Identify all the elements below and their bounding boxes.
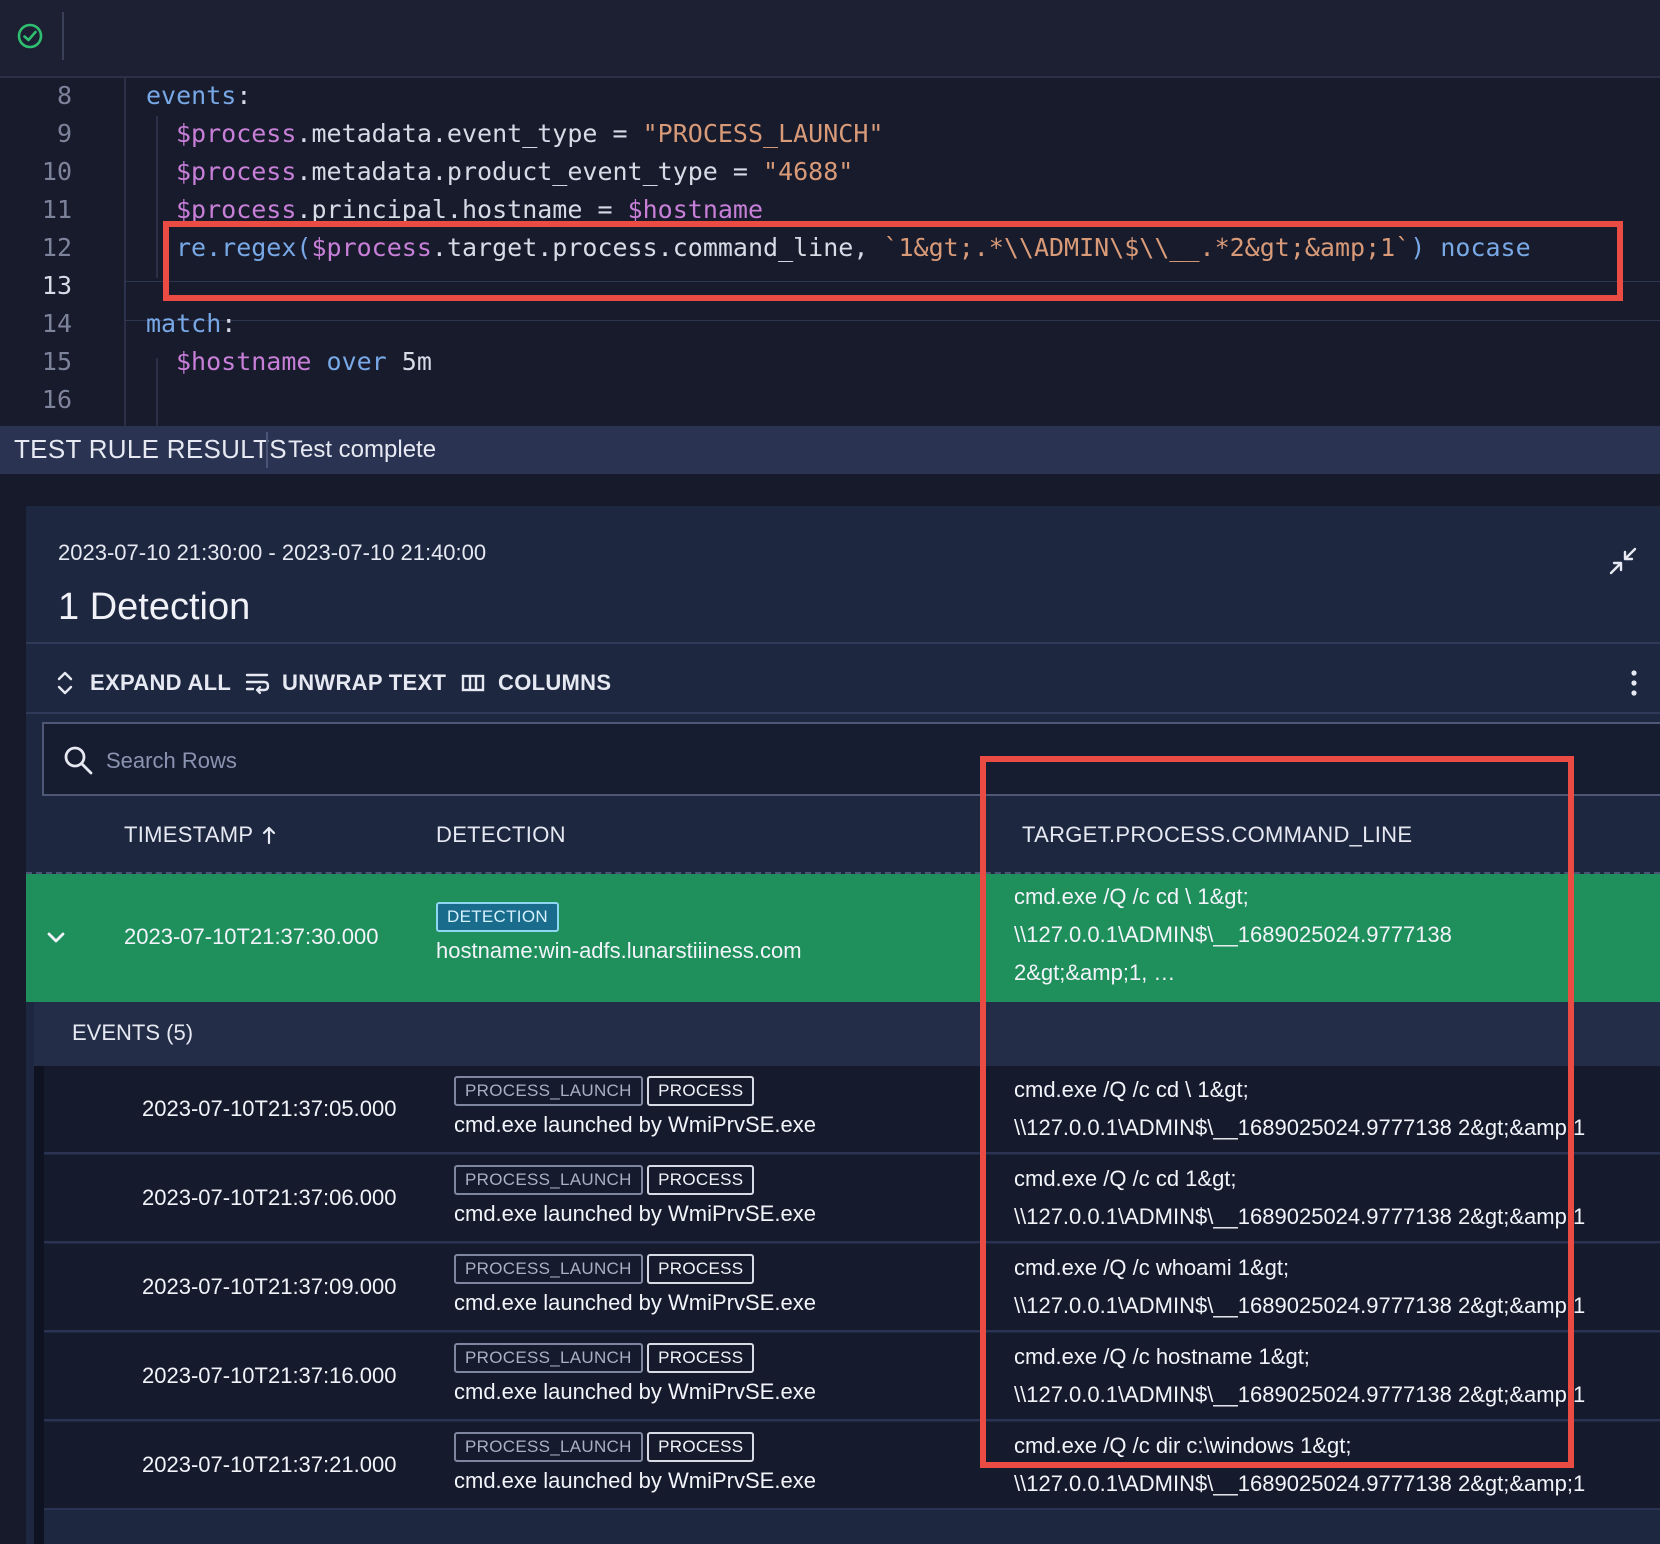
event-type-badge: PROCESS_LAUNCH: [454, 1076, 643, 1106]
event-description: cmd.exe launched by WmiPrvSE.exe: [454, 1468, 816, 1493]
code-token: .metadata.product_event_type =: [296, 157, 764, 186]
wrap-text-icon: [245, 673, 270, 695]
code-token: 5m: [401, 347, 432, 376]
column-header-detection[interactable]: DETECTION: [436, 822, 566, 848]
event-detection-cell: PROCESS_LAUNCH PROCESS cmd.exe launched b…: [454, 1343, 816, 1405]
code-token: events: [146, 81, 237, 110]
code-line[interactable]: 15 $hostname over 5m: [0, 342, 1660, 382]
detection-timestamp: 2023-07-10T21:37:30.000: [124, 924, 379, 949]
results-status: Test complete: [288, 436, 437, 463]
line-number: 13: [41, 271, 72, 300]
code-text: $hostname over 5m: [176, 342, 432, 382]
unwrap-text-label: UNWRAP TEXT: [282, 670, 447, 695]
code-line[interactable]: 8 events:: [0, 78, 1660, 116]
code-text: match:: [146, 304, 236, 344]
entity-type-badge: PROCESS: [647, 1254, 755, 1284]
divider: [26, 642, 1660, 644]
entity-type-badge: PROCESS: [647, 1076, 755, 1106]
detection-badge: DETECTION: [436, 902, 559, 932]
event-detection-cell: PROCESS_LAUNCH PROCESS cmd.exe launched b…: [454, 1165, 816, 1227]
event-type-badge: PROCESS_LAUNCH: [454, 1254, 643, 1284]
unfold-icon: [57, 671, 73, 695]
line-number: 8: [56, 81, 72, 110]
code-token: $hostname: [176, 347, 312, 376]
line-number: 14: [41, 309, 72, 338]
code-token: over: [311, 347, 402, 376]
line-number: 9: [56, 119, 72, 148]
event-timestamp: 2023-07-10T21:37:21.000: [142, 1452, 397, 1477]
code-token: :: [236, 81, 252, 110]
line-number: 12: [41, 233, 72, 262]
search-icon: [64, 746, 93, 775]
check-circle-icon: [17, 23, 43, 49]
column-header-timestamp-label: TIMESTAMP: [124, 822, 254, 847]
event-timestamp: 2023-07-10T21:37:09.000: [142, 1274, 397, 1299]
toolbar-divider: [62, 12, 64, 60]
code-token: .metadata.event_type =: [296, 119, 643, 148]
editor-toolbar: [0, 0, 1660, 78]
code-text: $process.metadata.product_event_type = "…: [176, 152, 853, 192]
time-range: 2023-07-10 21:30:00 - 2023-07-10 21:40:0…: [58, 540, 487, 565]
events-label: EVENTS (5): [72, 1020, 194, 1045]
line-number: 11: [41, 195, 72, 224]
column-header-timestamp[interactable]: TIMESTAMP: [124, 822, 277, 848]
event-detection-cell: PROCESS_LAUNCH PROCESS cmd.exe launched b…: [454, 1254, 816, 1316]
sort-ascending-icon: [263, 826, 276, 845]
code-token: $process: [176, 195, 297, 224]
event-description: cmd.exe launched by WmiPrvSE.exe: [454, 1379, 816, 1404]
detection-count: 1 Detection: [58, 586, 251, 628]
results-divider: [266, 432, 268, 468]
code-token: .principal.hostname =: [296, 195, 628, 224]
event-detection-cell: PROCESS_LAUNCH PROCESS cmd.exe launched b…: [454, 1076, 816, 1138]
line-number: 16: [41, 385, 72, 414]
entity-type-badge: PROCESS: [647, 1165, 755, 1195]
columns-icon: [461, 674, 485, 692]
code-token: "PROCESS_LAUNCH": [642, 119, 884, 148]
code-line[interactable]: 10 $process.metadata.product_event_type =…: [0, 152, 1660, 192]
event-timestamp: 2023-07-10T21:37:05.000: [142, 1096, 397, 1121]
code-line[interactable]: 14 match:: [0, 304, 1660, 344]
event-detection-cell: PROCESS_LAUNCH PROCESS cmd.exe launched b…: [454, 1432, 816, 1494]
event-type-badge: PROCESS_LAUNCH: [454, 1343, 643, 1373]
highlight-box-regex: [163, 221, 1623, 301]
divider: [26, 712, 1660, 714]
code-line[interactable]: 16: [0, 380, 1660, 420]
event-type-badge: PROCESS_LAUNCH: [454, 1432, 643, 1462]
code-text: $process.metadata.event_type = "PROCESS_…: [176, 114, 883, 154]
detection-description: hostname:win-adfs.lunarstiiiness.com: [436, 938, 802, 963]
event-description: cmd.exe launched by WmiPrvSE.exe: [454, 1290, 816, 1315]
line-number: 15: [41, 347, 72, 376]
test-results-bar: TEST RULE RESULTS Test complete: [0, 426, 1660, 474]
code-line[interactable]: 9 $process.metadata.event_type = "PROCESS…: [0, 114, 1660, 154]
event-timestamp: 2023-07-10T21:37:06.000: [142, 1185, 397, 1210]
detection-cell: DETECTION hostname:win-adfs.lunarstiiine…: [436, 902, 802, 964]
collapse-icon[interactable]: [1608, 546, 1638, 576]
code-token: $process: [176, 157, 297, 186]
code-text: events:: [146, 78, 251, 116]
entity-type-badge: PROCESS: [647, 1343, 755, 1373]
expand-all-button[interactable]: EXPAND ALL: [52, 666, 231, 700]
expand-all-label: EXPAND ALL: [90, 670, 232, 695]
unwrap-text-button[interactable]: UNWRAP TEXT: [244, 666, 446, 700]
command-line-text: \\127.0.0.1\ADMIN$\__1689025024.9777138 …: [1014, 1471, 1586, 1496]
line-number: 10: [41, 157, 72, 186]
event-description: cmd.exe launched by WmiPrvSE.exe: [454, 1112, 816, 1137]
code-token: "4688": [763, 157, 854, 186]
event-timestamp: 2023-07-10T21:37:16.000: [142, 1363, 397, 1388]
entity-type-badge: PROCESS: [647, 1432, 755, 1462]
code-token: match: [146, 309, 222, 338]
column-header-detection-label: DETECTION: [436, 822, 566, 847]
code-token: $hostname: [627, 195, 764, 224]
columns-button[interactable]: COLUMNS: [460, 666, 611, 700]
columns-label: COLUMNS: [498, 670, 612, 695]
code-token: :: [221, 309, 237, 338]
highlight-box-command-line: [980, 756, 1574, 1468]
results-title: TEST RULE RESULTS: [14, 434, 287, 464]
event-type-badge: PROCESS_LAUNCH: [454, 1165, 643, 1195]
event-description: cmd.exe launched by WmiPrvSE.exe: [454, 1201, 816, 1226]
code-token: $process: [176, 119, 297, 148]
chevron-down-icon[interactable]: [44, 926, 68, 950]
more-vertical-icon[interactable]: [1622, 666, 1646, 700]
events-group-indicator: [34, 1066, 44, 1544]
